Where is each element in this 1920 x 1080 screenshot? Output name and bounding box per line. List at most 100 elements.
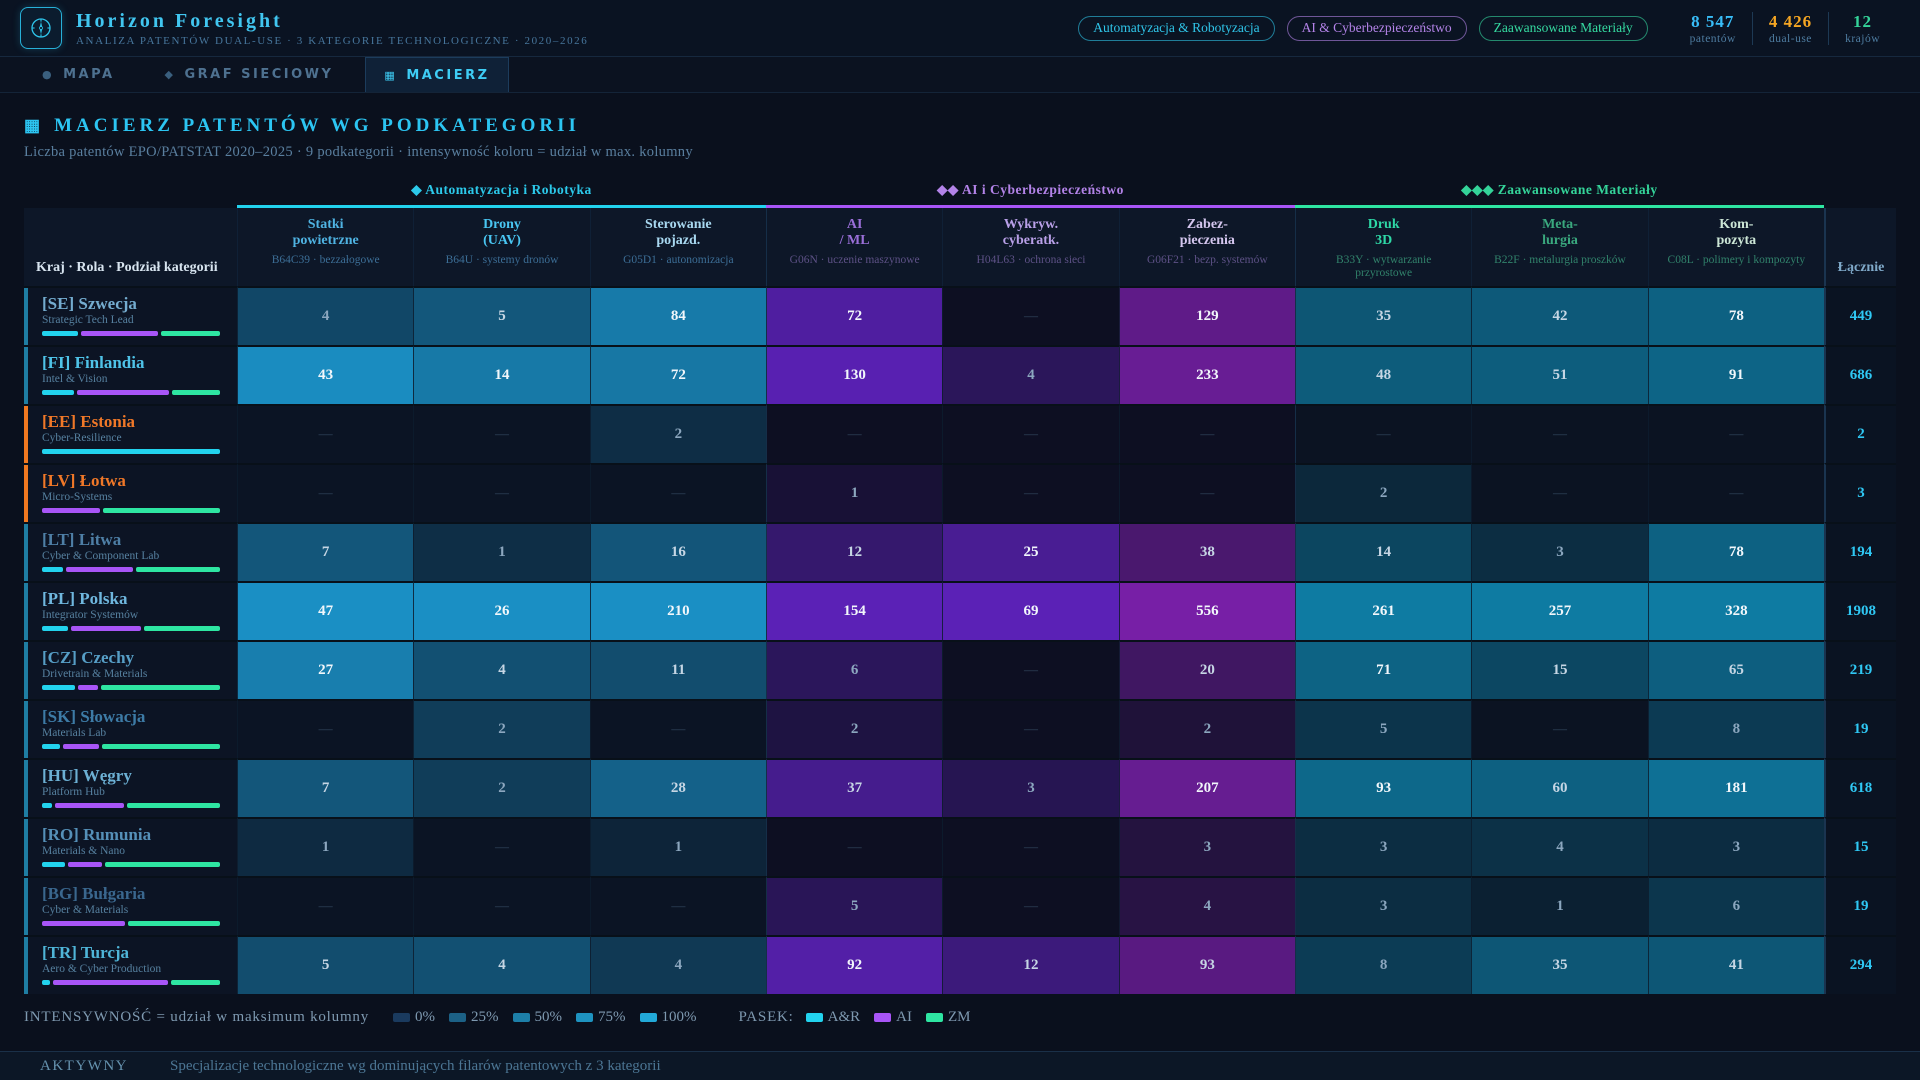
matrix-cell[interactable]: — [1471, 699, 1648, 758]
matrix-cell[interactable]: 1 [765, 463, 943, 522]
matrix-cell[interactable]: 4 [942, 345, 1119, 404]
matrix-cell[interactable]: 7 [237, 522, 414, 581]
matrix-cell[interactable]: — [413, 463, 590, 522]
matrix-cell[interactable]: — [413, 876, 590, 935]
country-cell[interactable]: [EE] Estonia Cyber-Resilience [24, 404, 237, 463]
matrix-cell[interactable]: — [413, 817, 590, 876]
matrix-cell[interactable]: 181 [1647, 758, 1824, 817]
matrix-cell[interactable]: — [413, 404, 590, 463]
matrix-cell[interactable]: 2 [589, 404, 766, 463]
matrix-cell[interactable]: — [237, 463, 414, 522]
matrix-cell[interactable]: — [237, 876, 414, 935]
matrix-cell[interactable]: 3 [1294, 876, 1472, 935]
matrix-cell[interactable]: 328 [1647, 581, 1824, 640]
matrix-cell[interactable]: — [1647, 463, 1824, 522]
matrix-cell[interactable]: 14 [1294, 522, 1472, 581]
matrix-cell[interactable]: 93 [1294, 758, 1472, 817]
matrix-cell[interactable]: 14 [413, 345, 590, 404]
matrix-cell[interactable]: 8 [1647, 699, 1824, 758]
matrix-cell[interactable]: — [589, 699, 766, 758]
country-cell[interactable]: [LV] Łotwa Micro-Systems [24, 463, 237, 522]
matrix-cell[interactable]: 48 [1294, 345, 1472, 404]
matrix-cell[interactable]: 5 [237, 935, 414, 994]
matrix-cell[interactable]: — [1118, 404, 1295, 463]
matrix-cell[interactable]: 26 [413, 581, 590, 640]
matrix-cell[interactable]: 2 [1294, 463, 1472, 522]
matrix-cell[interactable]: 556 [1118, 581, 1295, 640]
matrix-cell[interactable]: 3 [1471, 522, 1648, 581]
tab-graf-sieciowy[interactable]: ◆ GRAF SIECIOWY [147, 57, 352, 92]
matrix-cell[interactable]: 6 [765, 640, 943, 699]
matrix-cell[interactable]: 25 [942, 522, 1119, 581]
matrix-cell[interactable]: 16 [589, 522, 766, 581]
country-cell[interactable]: [BG] Bułgaria Cyber & Materials [24, 876, 237, 935]
matrix-cell[interactable]: 1 [237, 817, 414, 876]
matrix-cell[interactable]: — [942, 404, 1119, 463]
matrix-cell[interactable]: — [942, 463, 1119, 522]
matrix-cell[interactable]: — [1647, 404, 1824, 463]
matrix-cell[interactable]: 4 [237, 286, 414, 345]
country-cell[interactable]: [PL] Polska Integrator Systemów [24, 581, 237, 640]
matrix-cell[interactable]: 65 [1647, 640, 1824, 699]
matrix-cell[interactable]: 4 [1471, 817, 1648, 876]
matrix-cell[interactable]: — [1118, 463, 1295, 522]
matrix-cell[interactable]: 12 [765, 522, 943, 581]
country-cell[interactable]: [SK] Słowacja Materials Lab [24, 699, 237, 758]
country-cell[interactable]: [SE] Szwecja Strategic Tech Lead [24, 286, 237, 345]
matrix-cell[interactable]: 69 [942, 581, 1119, 640]
matrix-cell[interactable]: 2 [413, 699, 590, 758]
matrix-cell[interactable]: 154 [765, 581, 943, 640]
matrix-cell[interactable]: 4 [589, 935, 766, 994]
category-badge[interactable]: AI & Cyberbezpieczeństwo [1286, 15, 1467, 41]
matrix-cell[interactable]: — [237, 404, 414, 463]
matrix-cell[interactable]: — [942, 817, 1119, 876]
matrix-cell[interactable]: 37 [765, 758, 943, 817]
matrix-cell[interactable]: 5 [765, 876, 943, 935]
matrix-cell[interactable]: 3 [1118, 817, 1295, 876]
matrix-cell[interactable]: 51 [1471, 345, 1648, 404]
matrix-cell[interactable]: 3 [1294, 817, 1472, 876]
country-cell[interactable]: [FI] Finlandia Intel & Vision [24, 345, 237, 404]
matrix-cell[interactable]: 93 [1118, 935, 1295, 994]
matrix-cell[interactable]: — [1294, 404, 1472, 463]
matrix-cell[interactable]: 72 [589, 345, 766, 404]
matrix-cell[interactable]: — [765, 817, 943, 876]
matrix-cell[interactable]: 78 [1647, 522, 1824, 581]
matrix-cell[interactable]: 7 [237, 758, 414, 817]
matrix-cell[interactable]: 129 [1118, 286, 1295, 345]
matrix-cell[interactable]: 5 [413, 286, 590, 345]
matrix-cell[interactable]: 2 [1118, 699, 1295, 758]
matrix-cell[interactable]: 8 [1294, 935, 1472, 994]
matrix-cell[interactable]: 233 [1118, 345, 1295, 404]
matrix-cell[interactable]: 2 [765, 699, 943, 758]
matrix-cell[interactable]: 47 [237, 581, 414, 640]
matrix-cell[interactable]: 78 [1647, 286, 1824, 345]
country-cell[interactable]: [HU] Węgry Platform Hub [24, 758, 237, 817]
matrix-cell[interactable]: — [942, 640, 1119, 699]
matrix-cell[interactable]: — [942, 699, 1119, 758]
matrix-cell[interactable]: 207 [1118, 758, 1295, 817]
matrix-cell[interactable]: 35 [1471, 935, 1648, 994]
matrix-cell[interactable]: 4 [413, 640, 590, 699]
country-cell[interactable]: [RO] Rumunia Materials & Nano [24, 817, 237, 876]
matrix-cell[interactable]: 257 [1471, 581, 1648, 640]
matrix-cell[interactable]: 4 [1118, 876, 1295, 935]
matrix-cell[interactable]: 91 [1647, 345, 1824, 404]
matrix-cell[interactable]: 1 [589, 817, 766, 876]
matrix-cell[interactable]: — [942, 286, 1119, 345]
matrix-cell[interactable]: — [589, 463, 766, 522]
matrix-cell[interactable]: 27 [237, 640, 414, 699]
matrix-cell[interactable]: 84 [589, 286, 766, 345]
matrix-cell[interactable]: 6 [1647, 876, 1824, 935]
matrix-cell[interactable]: 71 [1294, 640, 1472, 699]
matrix-cell[interactable]: 210 [589, 581, 766, 640]
tab-macierz[interactable]: ▦ MACIERZ [365, 57, 509, 92]
matrix-cell[interactable]: 41 [1647, 935, 1824, 994]
country-cell[interactable]: [CZ] Czechy Drivetrain & Materials [24, 640, 237, 699]
matrix-cell[interactable]: 3 [1647, 817, 1824, 876]
matrix-cell[interactable]: 28 [589, 758, 766, 817]
matrix-cell[interactable]: 92 [765, 935, 943, 994]
country-cell[interactable]: [TR] Turcja Aero & Cyber Production [24, 935, 237, 994]
tab-mapa[interactable]: ● MAPA [24, 57, 133, 92]
matrix-cell[interactable]: 15 [1471, 640, 1648, 699]
